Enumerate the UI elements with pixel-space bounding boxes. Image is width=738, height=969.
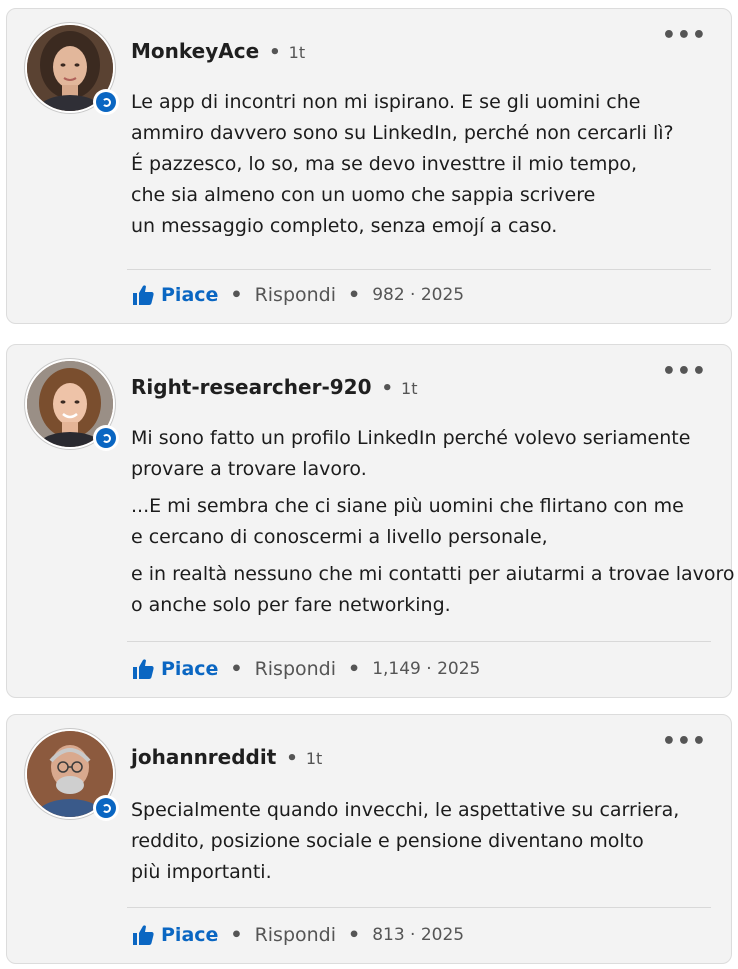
like-button[interactable]: Piace <box>131 657 218 681</box>
comment-card: Right-researcher-920 • 1t ••• Mi sono fa… <box>6 344 735 698</box>
comments-feed: MonkeyAce • 1t ••• Le app di incontri no… <box>0 0 738 969</box>
divider <box>127 907 711 908</box>
separator-dot: • <box>348 658 361 680</box>
comment-line: o anche solo per fare networking. <box>131 594 451 616</box>
comment-line: reddito, posizione sociale e pensione di… <box>131 830 644 852</box>
comment-line: É pazzesco, lo so, ma se devo investtre … <box>131 153 638 175</box>
comment-line: più importanti. <box>131 861 272 883</box>
comment-header: johannreddit • 1t <box>131 745 322 769</box>
separator-dot: • <box>348 924 361 946</box>
separator-dot: • <box>348 284 361 306</box>
reaction-count[interactable]: 1,149 · 2025 <box>372 659 480 679</box>
separator-dot: • <box>230 658 243 680</box>
reaction-count[interactable]: 813 · 2025 <box>372 925 464 945</box>
comment-line: e in realtà nessuno che mi contatti per … <box>131 563 735 585</box>
reply-button[interactable]: Rispondi <box>255 658 336 680</box>
comment-body: Le app di incontri non mi ispirano. E se… <box>131 87 717 242</box>
comment-line: Le app di incontri non mi ispirano. E se… <box>131 91 641 113</box>
open-to-work-badge-icon <box>93 425 119 451</box>
comment-paragraph: ...E mi sembra che ci siane più uomini c… <box>131 491 717 553</box>
separator-dot: • <box>381 378 394 399</box>
like-label: Piace <box>161 284 219 306</box>
open-to-work-badge-icon <box>93 795 119 821</box>
three-dots-icon[interactable]: ••• <box>662 23 707 48</box>
separator-dot: • <box>269 42 281 63</box>
comment-actions: Piace • Rispondi • 982 · 2025 <box>131 283 464 307</box>
open-to-work-badge-icon <box>93 89 119 115</box>
comment-card: MonkeyAce • 1t ••• Le app di incontri no… <box>6 8 732 324</box>
divider <box>127 269 711 270</box>
three-dots-icon[interactable]: ••• <box>662 359 707 384</box>
comment-header: MonkeyAce • 1t <box>131 39 305 63</box>
comment-time: 1t <box>401 379 418 398</box>
comment-card: johannreddit • 1t ••• Specialmente quand… <box>6 714 732 964</box>
like-label: Piace <box>161 658 219 680</box>
like-button[interactable]: Piace <box>131 923 218 947</box>
comment-time: 1t <box>305 749 323 768</box>
avatar[interactable] <box>25 729 119 821</box>
comment-body: Specialmente quando invecchi, le aspetta… <box>131 795 717 888</box>
avatar[interactable] <box>25 23 119 115</box>
comment-line: Mi sono fatto un profilo LinkedIn perché… <box>131 427 691 449</box>
comment-body: Mi sono fatto un profilo LinkedIn perché… <box>131 423 735 621</box>
comment-line: un messaggio completo, senza emojí a cas… <box>131 215 558 237</box>
separator-dot: • <box>230 284 243 306</box>
thumbs-up-icon <box>133 925 154 945</box>
comment-time: 1t <box>288 43 306 62</box>
comment-line: e cercano di conoscermi a livello person… <box>131 526 548 548</box>
thumbs-up-icon <box>133 659 154 679</box>
like-button[interactable]: Piace <box>131 283 218 307</box>
divider <box>127 641 711 642</box>
comment-paragraph: Le app di incontri non mi ispirano. E se… <box>131 87 717 242</box>
like-label: Piace <box>161 924 219 946</box>
comment-line: che sia almeno con un uomo che sappia sc… <box>131 184 596 206</box>
comment-line: ammiro davvero sono su LinkedIn, perché … <box>131 122 674 144</box>
comment-line: provare a trovare lavoro. <box>131 458 367 480</box>
thumbs-up-icon <box>133 285 154 305</box>
author-name[interactable]: johannreddit <box>131 745 276 769</box>
comment-header: Right-researcher-920 • 1t <box>131 375 417 399</box>
comment-actions: Piace • Rispondi • 813 · 2025 <box>131 923 464 947</box>
avatar[interactable] <box>25 359 119 451</box>
three-dots-icon[interactable]: ••• <box>662 729 707 754</box>
comment-line: Specialmente quando invecchi, le aspetta… <box>131 799 680 821</box>
comment-paragraph: Specialmente quando invecchi, le aspetta… <box>131 795 717 888</box>
comment-paragraph: Mi sono fatto un profilo LinkedIn perché… <box>131 423 717 485</box>
reply-button[interactable]: Rispondi <box>255 924 336 946</box>
comment-line: ...E mi sembra che ci siane più uomini c… <box>131 495 684 517</box>
author-name[interactable]: Right-researcher-920 <box>131 375 372 399</box>
reaction-count[interactable]: 982 · 2025 <box>372 285 464 305</box>
reply-button[interactable]: Rispondi <box>255 284 336 306</box>
separator-dot: • <box>230 924 243 946</box>
comment-actions: Piace • Rispondi • 1,149 · 2025 <box>131 657 480 681</box>
separator-dot: • <box>286 748 298 769</box>
comment-paragraph: e in realtà nessuno che mi contatti per … <box>131 559 735 621</box>
author-name[interactable]: MonkeyAce <box>131 39 259 63</box>
